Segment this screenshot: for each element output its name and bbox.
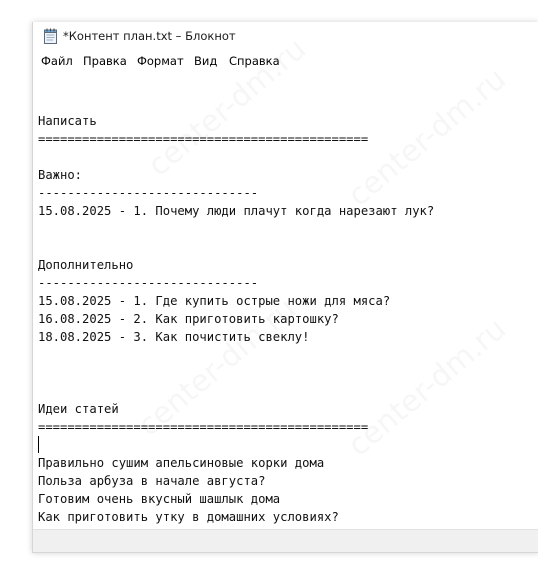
notepad-icon (44, 28, 57, 44)
title-bar[interactable]: *Контент план.txt – Блокнот (33, 22, 538, 50)
editor-text[interactable]: Написать ===============================… (38, 76, 434, 526)
notepad-window: *Контент план.txt – Блокнот Файл Правка … (32, 22, 538, 553)
menu-help[interactable]: Справка (229, 54, 280, 68)
menu-bar: Файл Правка Формат Вид Справка (33, 50, 538, 71)
menu-format[interactable]: Формат (137, 54, 184, 68)
text-editor[interactable]: Написать ===============================… (33, 72, 538, 530)
status-bar (33, 529, 538, 552)
menu-file[interactable]: Файл (41, 54, 73, 68)
window-title: *Контент план.txt – Блокнот (63, 29, 236, 43)
menu-edit[interactable]: Правка (83, 54, 127, 68)
text-caret (38, 436, 39, 453)
menu-view[interactable]: Вид (194, 54, 217, 68)
